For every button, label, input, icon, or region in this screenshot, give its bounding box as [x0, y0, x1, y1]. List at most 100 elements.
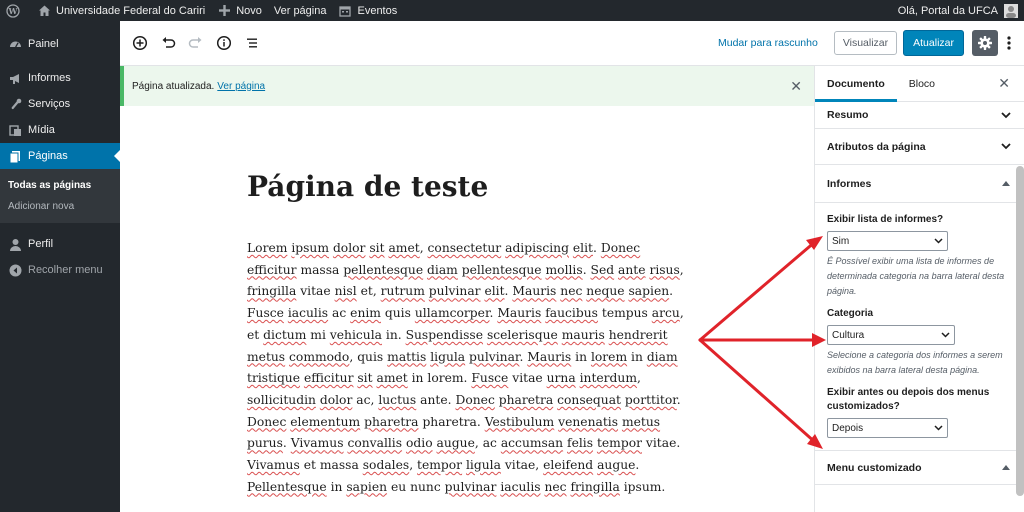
settings-button[interactable] — [972, 30, 998, 56]
position-label: Exibir antes ou depois dos menus customi… — [827, 387, 990, 412]
panel-informes-body: Exibir lista de informes? Sim É Possível… — [815, 203, 1024, 451]
notice-text: Página atualizada. — [132, 80, 215, 92]
paragraph-word: mollis. — [545, 262, 587, 277]
sidebar-item-label: Serviços — [28, 98, 71, 110]
paragraph-word: pharetra — [498, 392, 554, 407]
paragraph-block[interactable]: Lorem ipsum dolor sit amet, consectetur … — [247, 238, 692, 498]
greeting-label: Olá, Portal da UFCA — [897, 4, 998, 17]
panel-summary[interactable]: Resumo — [815, 102, 1024, 129]
notice-view-page-link[interactable]: Ver página — [217, 81, 265, 92]
collapse-menu-button[interactable]: Recolher menu — [0, 257, 120, 283]
paragraph-word: odio — [405, 436, 433, 451]
show-list-select[interactable]: Sim — [827, 231, 948, 251]
paragraph-word: pellentesque — [343, 262, 424, 277]
paragraph-word: convallis — [347, 436, 403, 451]
sidebar-item-midia[interactable]: Mídia — [0, 117, 120, 143]
user-icon — [8, 237, 22, 251]
paragraph-word: lorem. — [427, 371, 468, 386]
show-list-label: Exibir lista de informes? — [827, 214, 944, 225]
view-page-link[interactable]: Ver página — [268, 0, 333, 21]
paragraph-word: Fusce — [247, 306, 284, 321]
svg-text:W: W — [8, 6, 19, 16]
paragraph-word: ipsum — [291, 241, 330, 255]
paragraph-word: enim — [350, 306, 381, 321]
paragraph-word: felis — [567, 436, 594, 451]
wordpress-icon: W — [6, 3, 20, 18]
paragraph-word: pellentesque — [461, 262, 542, 277]
paragraph-word: sit — [369, 241, 385, 255]
dashboard-icon — [8, 37, 22, 51]
show-list-help: É Possível exibir uma lista de informes … — [827, 256, 1005, 296]
paragraph-word: Donec — [600, 241, 641, 255]
paragraph-word: eleifend — [543, 458, 594, 473]
paragraph-word: quis — [384, 306, 411, 321]
admin-sidebar: Painel Informes Serviços Mídia Páginas T… — [0, 21, 120, 512]
paragraph-word: Fusce — [471, 371, 509, 386]
submenu-all-pages[interactable]: Todas as páginas — [0, 175, 120, 196]
notice-close-icon[interactable]: ✕ — [790, 79, 802, 93]
home-icon — [37, 4, 51, 18]
settings-sidebar: Documento Bloco ✕ Resumo Atributos da pá… — [814, 66, 1024, 512]
sidebar-item-label: Páginas — [28, 150, 68, 162]
sidebar-item-perfil[interactable]: Perfil — [0, 231, 120, 257]
paragraph-word: Sed — [590, 262, 615, 277]
submenu-add-new[interactable]: Adicionar nova — [0, 196, 120, 217]
panel-custom-menu[interactable]: Menu customizado — [815, 451, 1024, 485]
paragraph-word: nec — [560, 284, 583, 299]
paragraph-word: venenatis — [558, 414, 619, 429]
more-tools-button[interactable] — [1000, 30, 1018, 56]
paragraph-word: vitae — [300, 284, 331, 299]
paragraph-word: hendrerit — [608, 327, 668, 342]
paragraph-word: amet — [376, 371, 408, 386]
panel-page-attributes[interactable]: Atributos da página — [815, 129, 1024, 165]
panel-informes[interactable]: Informes — [815, 165, 1024, 203]
paragraph-word: elit. — [484, 284, 509, 299]
paragraph-word: rutrum — [380, 284, 425, 299]
paragraph-word: metus — [247, 349, 286, 364]
sidebar-item-paginas[interactable]: Páginas — [0, 143, 120, 169]
content-info-button[interactable] — [211, 30, 237, 56]
sidebar-item-servicos[interactable]: Serviços — [0, 91, 120, 117]
events-link[interactable]: Eventos — [332, 0, 403, 21]
paragraph-word: mattis — [387, 349, 427, 364]
account-menu[interactable]: Olá, Portal da UFCA — [892, 0, 1024, 21]
block-navigation-button[interactable] — [239, 30, 265, 56]
update-button[interactable]: Atualizar — [903, 30, 964, 56]
paragraph-word: massa — [300, 262, 340, 277]
tab-block[interactable]: Bloco — [897, 66, 947, 102]
paragraph-word: interdum, — [579, 371, 641, 386]
sidebar-item-informes[interactable]: Informes — [0, 65, 120, 91]
undo-button[interactable] — [155, 30, 181, 56]
sidebar-scrollbar[interactable] — [1016, 166, 1024, 496]
chevron-down-icon — [1000, 109, 1012, 121]
add-block-button[interactable] — [127, 30, 153, 56]
paragraph-word: dolor — [332, 241, 366, 255]
paragraph-word: purus. — [247, 436, 287, 451]
close-sidebar-icon[interactable]: ✕ — [998, 76, 1010, 90]
category-value: Cultura — [832, 329, 865, 341]
tab-document[interactable]: Documento — [815, 66, 897, 102]
sidebar-item-painel[interactable]: Painel — [0, 31, 120, 57]
new-content-button[interactable]: Novo — [211, 0, 268, 21]
paragraph-word: adipiscing — [505, 241, 569, 255]
undo-icon — [162, 37, 176, 48]
redo-button[interactable] — [183, 30, 209, 56]
paragraph-word: ligula — [430, 349, 466, 364]
paragraph-word: vehicula — [329, 327, 382, 342]
paragraph-word: pulvinar — [444, 479, 497, 494]
panel-attributes-title: Atributos da página — [827, 140, 926, 153]
preview-button[interactable]: Visualizar — [833, 31, 898, 55]
admin-bar: W Universidade Federal do Cariri Novo Ve… — [0, 0, 1024, 21]
category-select[interactable]: Cultura — [827, 325, 955, 345]
paragraph-word: et — [247, 327, 260, 342]
paragraph-word: nunc — [410, 479, 441, 494]
switch-to-draft-link[interactable]: Mudar para rascunho — [718, 37, 818, 49]
paragraph-word: Mauris — [497, 306, 542, 321]
page-title[interactable]: Página de teste — [247, 170, 488, 203]
wordpress-logo-button[interactable]: W — [0, 0, 31, 21]
paragraph-word: vitae — [512, 371, 543, 386]
paragraph-word: Vivamus — [290, 436, 344, 451]
paragraph-word: Lorem — [247, 241, 288, 255]
position-select[interactable]: Depois — [827, 418, 948, 438]
site-name-link[interactable]: Universidade Federal do Cariri — [31, 0, 211, 21]
